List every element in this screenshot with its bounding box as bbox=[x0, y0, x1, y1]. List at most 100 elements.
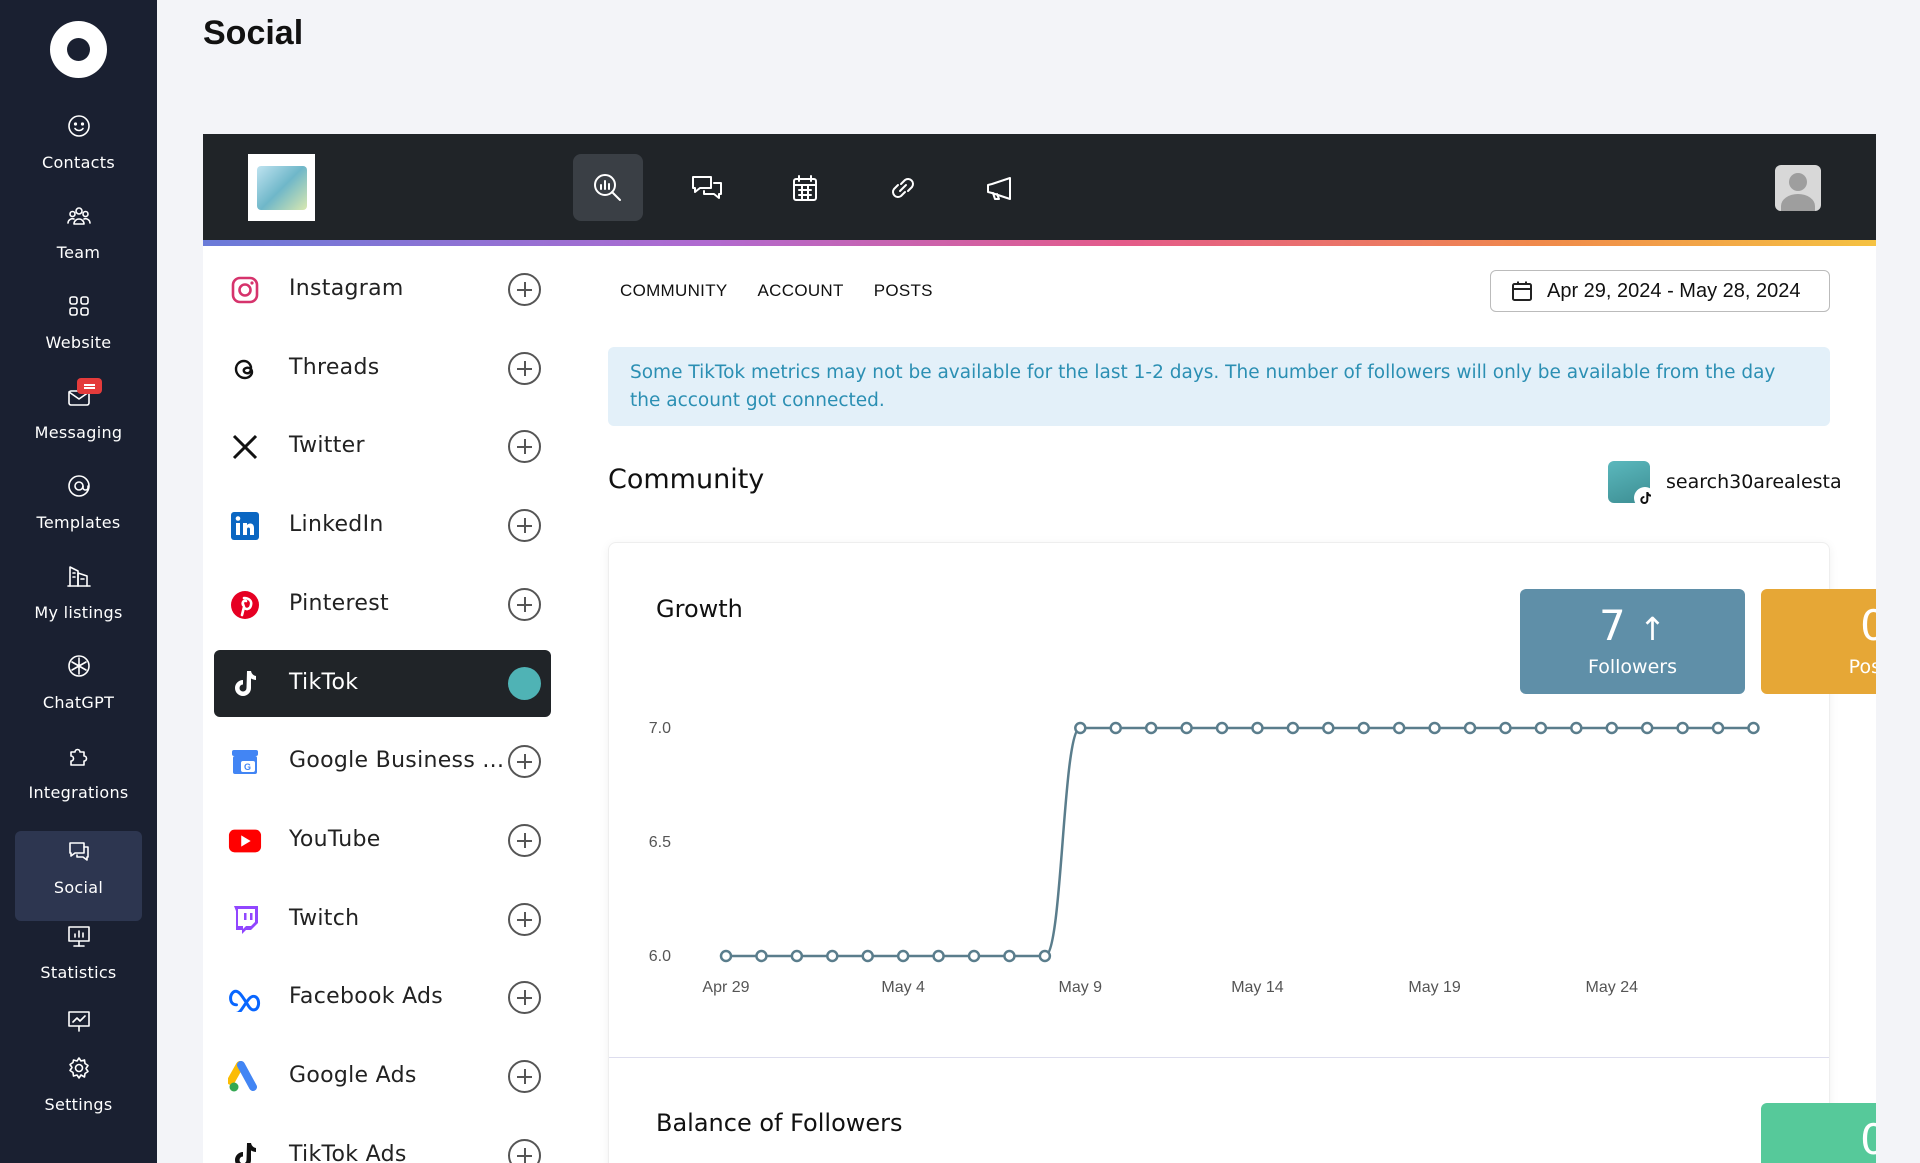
data-point[interactable] bbox=[1109, 721, 1122, 735]
network-item-pinterest[interactable]: Pinterest bbox=[214, 571, 551, 638]
data-point[interactable] bbox=[861, 949, 874, 963]
data-point[interactable] bbox=[1570, 721, 1583, 735]
data-point[interactable] bbox=[1392, 721, 1406, 735]
data-point[interactable] bbox=[1676, 721, 1689, 735]
data-point[interactable] bbox=[1215, 721, 1229, 735]
nav-item-messaging[interactable]: Messaging bbox=[15, 376, 142, 464]
nav-label: Social bbox=[53, 878, 104, 897]
megaphone-button[interactable] bbox=[966, 154, 1036, 221]
data-point[interactable] bbox=[1534, 721, 1548, 735]
x-tick-label: Apr 29 bbox=[702, 979, 749, 996]
data-point[interactable] bbox=[1463, 721, 1477, 735]
y-tick-label: 6.5 bbox=[649, 834, 671, 851]
network-item-tiktok[interactable]: TikTok bbox=[214, 650, 551, 717]
network-item-google-ads[interactable]: Google Ads bbox=[214, 1043, 551, 1110]
network-item-youtube[interactable]: YouTube bbox=[214, 807, 551, 874]
megaphone-icon bbox=[987, 176, 1011, 200]
tab-posts[interactable]: POSTS bbox=[874, 281, 933, 301]
add-account-plus-icon[interactable] bbox=[508, 903, 541, 936]
user-avatar[interactable] bbox=[1775, 165, 1821, 211]
meta-icon bbox=[228, 981, 262, 1015]
data-point[interactable] bbox=[790, 949, 804, 963]
data-point[interactable] bbox=[826, 949, 839, 963]
info-alert: Some TikTok metrics may not be available… bbox=[608, 347, 1830, 426]
data-point[interactable] bbox=[1038, 949, 1052, 963]
add-account-plus-icon[interactable] bbox=[508, 430, 541, 463]
nav-item-statistics[interactable]: Statistics bbox=[15, 916, 142, 1004]
data-point[interactable] bbox=[967, 949, 981, 963]
calendar-icon bbox=[1512, 281, 1532, 301]
add-account-plus-icon[interactable] bbox=[508, 745, 541, 778]
x-tick-label: May 24 bbox=[1586, 979, 1639, 996]
network-item-tiktok-ads[interactable]: TikTok Ads bbox=[214, 1122, 551, 1163]
growth-card: Growth 7 ↑ Followers 0 Posts 6.0 6.5 7.0 Ap… bbox=[608, 542, 1876, 1163]
data-point[interactable] bbox=[1144, 721, 1158, 735]
data-point[interactable] bbox=[1499, 721, 1512, 735]
add-account-plus-icon[interactable] bbox=[508, 509, 541, 542]
data-point[interactable] bbox=[755, 949, 768, 963]
data-point[interactable] bbox=[1251, 721, 1264, 735]
data-point[interactable] bbox=[1286, 721, 1300, 735]
add-account-plus-icon[interactable] bbox=[508, 824, 541, 857]
unread-badge bbox=[77, 378, 102, 394]
data-point[interactable] bbox=[719, 949, 733, 963]
nav-item-website[interactable]: Website bbox=[15, 286, 142, 374]
nav-item-my-listings[interactable]: My listings bbox=[15, 556, 142, 644]
data-point[interactable] bbox=[1747, 721, 1760, 735]
calendar-button[interactable] bbox=[770, 154, 840, 221]
nav-item-templates[interactable]: Templates bbox=[15, 466, 142, 554]
nav-item-social[interactable]: Social bbox=[15, 831, 142, 921]
growth-chart: 6.0 6.5 7.0 Apr 29 May 4 May 9 May 14 May 19 May… bbox=[649, 720, 1760, 996]
nav-item-contacts[interactable]: Contacts bbox=[15, 106, 142, 194]
add-account-plus-icon[interactable] bbox=[508, 1139, 541, 1163]
data-point[interactable] bbox=[1640, 721, 1654, 735]
account-selector[interactable]: search30arealesta bbox=[1608, 461, 1842, 509]
network-item-twitter[interactable]: Twitter bbox=[214, 413, 551, 480]
add-account-plus-icon[interactable] bbox=[508, 273, 541, 306]
followers-label: Followers bbox=[1588, 656, 1677, 678]
data-point[interactable] bbox=[932, 949, 945, 963]
link-button[interactable] bbox=[868, 154, 938, 221]
network-item-facebook-ads[interactable]: Facebook Ads bbox=[214, 964, 551, 1031]
pinterest-icon bbox=[228, 588, 262, 622]
nav-item-integrations[interactable]: Integrations bbox=[15, 736, 142, 824]
data-point[interactable] bbox=[1180, 721, 1193, 735]
data-point[interactable] bbox=[1357, 721, 1370, 735]
network-item-twitch[interactable]: Twitch bbox=[214, 886, 551, 953]
nav-label: Contacts bbox=[42, 153, 115, 172]
connected-account-avatar[interactable] bbox=[508, 667, 541, 700]
nav-item-team[interactable]: Team bbox=[15, 196, 142, 284]
data-point[interactable] bbox=[1605, 721, 1618, 735]
analytics-button[interactable] bbox=[573, 154, 643, 221]
network-item-linkedin[interactable]: LinkedIn bbox=[214, 492, 551, 559]
nav-item-settings[interactable]: Settings bbox=[15, 1048, 142, 1136]
data-point[interactable] bbox=[1003, 949, 1016, 963]
add-account-plus-icon[interactable] bbox=[508, 1060, 541, 1093]
nav-item-chatgpt[interactable]: ChatGPT bbox=[15, 646, 142, 734]
app-logo[interactable] bbox=[50, 21, 107, 78]
network-label: Google Ads bbox=[289, 1063, 417, 1088]
threads-icon bbox=[228, 352, 262, 386]
data-point[interactable] bbox=[1428, 721, 1441, 735]
network-label: Threads bbox=[289, 355, 380, 380]
data-point[interactable] bbox=[1322, 721, 1335, 735]
network-item-threads[interactable]: Threads bbox=[214, 335, 551, 402]
conversations-button[interactable] bbox=[672, 154, 742, 221]
date-range-picker[interactable]: Apr 29, 2024 - May 28, 2024 bbox=[1490, 270, 1830, 312]
data-point[interactable] bbox=[896, 949, 910, 963]
data-point[interactable] bbox=[1074, 721, 1087, 735]
add-account-plus-icon[interactable] bbox=[508, 588, 541, 621]
svg-text:G: G bbox=[244, 762, 251, 772]
tab-community[interactable]: COMMUNITY bbox=[620, 281, 728, 301]
network-item-google-business[interactable]: G Google Business ... bbox=[214, 728, 551, 795]
y-tick-label: 7.0 bbox=[649, 720, 671, 737]
data-point[interactable] bbox=[1711, 721, 1725, 735]
add-account-plus-icon[interactable] bbox=[508, 981, 541, 1014]
presentation-chart-icon bbox=[65, 922, 93, 950]
tiktok-ads-icon bbox=[228, 1139, 262, 1163]
calendar-icon bbox=[793, 174, 817, 201]
add-account-plus-icon[interactable] bbox=[508, 352, 541, 385]
network-item-instagram[interactable]: Instagram bbox=[214, 256, 551, 323]
tab-account[interactable]: ACCOUNT bbox=[758, 281, 844, 301]
x-tick-label: May 19 bbox=[1408, 979, 1461, 996]
